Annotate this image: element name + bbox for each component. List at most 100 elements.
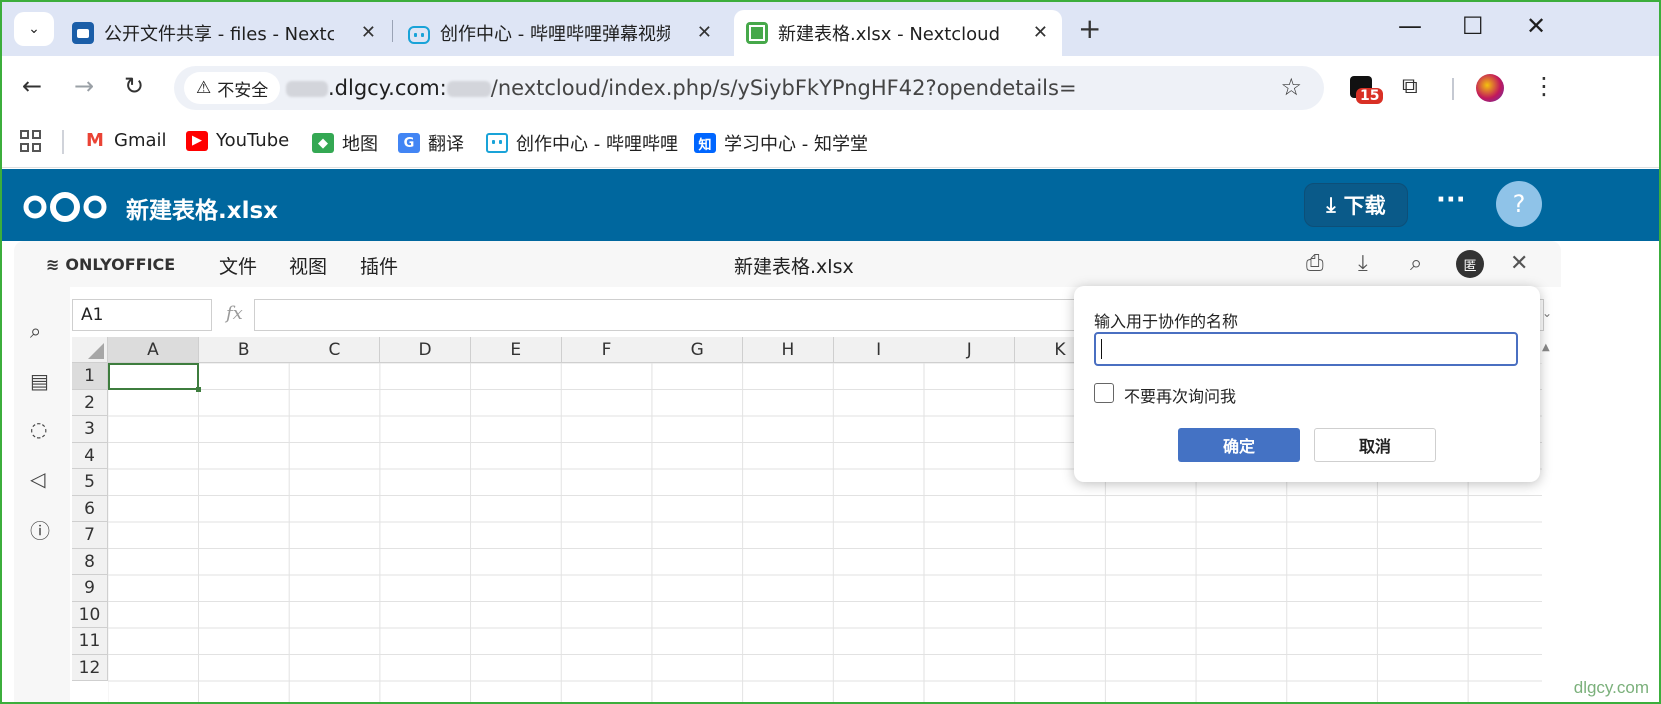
bookmark-label: Gmail — [114, 130, 167, 151]
row-header[interactable]: 7 — [72, 522, 108, 549]
bookmark-label: 翻译 — [428, 134, 464, 155]
confirm-button[interactable]: 确定 — [1178, 428, 1300, 462]
extension-badge: 15 — [1356, 88, 1384, 104]
forward-button[interactable]: → — [74, 72, 94, 100]
name-box[interactable]: A1 — [72, 299, 212, 331]
feedback-megaphone-icon[interactable]: ◁ — [30, 467, 45, 491]
bookmark-youtube[interactable]: ▶ YouTube — [186, 130, 289, 151]
search-icon[interactable]: ⌕ — [1410, 251, 1422, 276]
close-tab-icon[interactable]: ✕ — [361, 22, 376, 43]
row-header[interactable]: 4 — [72, 442, 108, 469]
tab-spreadsheet[interactable]: 新建表格.xlsx - Nextcloud ✕ — [734, 10, 1062, 56]
collaboration-name-dialog: 输入用于协作的名称 不要再次询问我 确定 取消 — [1074, 286, 1540, 482]
minimize-button[interactable]: — — [1398, 12, 1422, 40]
download-button[interactable]: ⤓ 下载 — [1304, 183, 1408, 227]
cancel-button[interactable]: 取消 — [1314, 428, 1436, 462]
menu-plugins[interactable]: 插件 — [360, 252, 398, 279]
bookmark-label: 创作中心 - 哔哩哔哩 — [516, 134, 678, 155]
back-button[interactable]: ← — [22, 72, 42, 100]
column-header[interactable]: J — [924, 337, 1016, 363]
close-tab-icon[interactable]: ✕ — [1033, 22, 1048, 43]
bookmark-star-icon[interactable]: ☆ — [1280, 73, 1302, 101]
column-header[interactable]: D — [380, 337, 472, 363]
row-header[interactable]: 8 — [72, 548, 108, 575]
row-header[interactable]: 10 — [72, 601, 108, 628]
security-label: 不安全 — [217, 80, 269, 101]
document-name: 新建表格.xlsx — [734, 256, 854, 278]
tab-label: 公开文件共享 - files - Nextcloud — [104, 24, 334, 45]
tab-search-button[interactable]: ⌄ — [14, 12, 54, 46]
row-header[interactable]: 1 — [72, 363, 108, 390]
redacted-port — [446, 81, 491, 97]
more-actions-icon[interactable]: ··· — [1436, 185, 1466, 215]
print-icon[interactable]: ⎙ — [1306, 251, 1324, 276]
close-tab-icon[interactable]: ✕ — [697, 22, 712, 43]
tab-nextcloud-files[interactable]: 公开文件共享 - files - Nextcloud ✕ — [60, 10, 390, 56]
text-caret — [1101, 339, 1102, 359]
address-bar[interactable]: ⚠ 不安全 .dlgcy.com: /nextcloud/index.php/s/… — [174, 66, 1324, 110]
row-header[interactable]: 2 — [72, 389, 108, 416]
bookmark-maps[interactable]: ◆ 地图 — [312, 130, 378, 156]
extensions-puzzle-icon[interactable]: ⧉ — [1402, 74, 1418, 99]
scroll-up-arrow[interactable]: ▲ — [1542, 342, 1558, 358]
menu-view[interactable]: 视图 — [289, 252, 327, 279]
help-button[interactable]: ? — [1496, 181, 1542, 227]
gmail-icon: M — [86, 130, 104, 151]
file-title: 新建表格.xlsx — [126, 198, 278, 224]
bookmark-zhihu[interactable]: 知 学习中心 - 知学堂 — [694, 130, 868, 156]
row-header[interactable]: 3 — [72, 416, 108, 443]
maximize-button[interactable]: ☐ — [1462, 12, 1484, 40]
info-icon[interactable]: ⓘ — [30, 515, 50, 544]
bookmark-translate[interactable]: G 翻译 — [398, 130, 464, 156]
row-header[interactable]: 9 — [72, 575, 108, 602]
row-header[interactable]: 5 — [72, 469, 108, 496]
security-chip[interactable]: ⚠ 不安全 — [184, 72, 281, 104]
column-header[interactable]: I — [833, 337, 925, 363]
redacted-subdomain — [286, 81, 328, 97]
close-window-button[interactable]: ✕ — [1526, 12, 1546, 40]
download-icon[interactable]: ⤓ — [1358, 251, 1368, 276]
extension-button[interactable]: 15 — [1350, 76, 1384, 106]
tab-bilibili[interactable]: 创作中心 - 哔哩哔哩弹幕视频网 ✕ — [396, 10, 726, 56]
user-avatar[interactable]: 匿 — [1456, 250, 1484, 278]
dont-ask-checkbox[interactable] — [1094, 383, 1114, 403]
name-input[interactable] — [1094, 332, 1518, 366]
profile-avatar[interactable] — [1476, 74, 1504, 102]
row-header[interactable]: 11 — [72, 628, 108, 655]
active-cell[interactable] — [108, 363, 201, 392]
column-header[interactable]: B — [198, 337, 290, 363]
nextcloud-header: 新建表格.xlsx ⤓ 下载 ··· ? — [2, 169, 1659, 241]
editor-topbar: ≋ ONLYOFFICE 文件 视图 插件 新建表格.xlsx ⎙ ⤓ ⌕ 匿 … — [14, 241, 1561, 287]
bookmark-gmail[interactable]: M Gmail — [84, 130, 167, 151]
menu-file[interactable]: 文件 — [219, 252, 257, 279]
comments-icon[interactable]: ▤ — [30, 369, 49, 393]
layers-icon: ≋ — [46, 255, 60, 274]
row-header[interactable]: 6 — [72, 495, 108, 522]
browser-menu-icon[interactable]: ⋮ — [1532, 72, 1556, 100]
select-all-corner[interactable] — [72, 337, 108, 363]
bookmarks-divider — [62, 130, 64, 154]
search-icon[interactable]: ⌕ — [30, 319, 41, 343]
column-header[interactable]: H — [742, 337, 834, 363]
bookmark-bilibili[interactable]: 创作中心 - 哔哩哔哩 — [486, 130, 678, 156]
tab-divider — [392, 20, 393, 42]
column-header[interactable]: C — [289, 337, 381, 363]
column-header[interactable]: A — [108, 337, 199, 363]
chat-icon[interactable]: ◌ — [30, 417, 47, 441]
close-editor-icon[interactable]: ✕ — [1510, 251, 1528, 276]
column-header[interactable]: E — [470, 337, 562, 363]
bookmarks-bar: M Gmail ▶ YouTube ◆ 地图 G 翻译 创作中心 - 哔哩哔哩 … — [2, 118, 1659, 168]
new-tab-button[interactable]: + — [1078, 12, 1101, 45]
function-icon[interactable]: fx — [226, 303, 243, 324]
column-header[interactable]: F — [561, 337, 653, 363]
row-header[interactable]: 12 — [72, 654, 108, 681]
maps-icon: ◆ — [312, 133, 334, 153]
expand-formula-icon[interactable]: ⌄ — [1542, 306, 1552, 320]
left-sidebar: ⌕ ▤ ◌ ◁ ⓘ — [14, 287, 70, 702]
apps-grid-icon[interactable] — [20, 130, 42, 152]
url-text: .dlgcy.com: /nextcloud/index.php/s/ySiybF… — [286, 76, 1077, 100]
reload-button[interactable]: ↻ — [124, 72, 144, 100]
browser-toolbar: ← → ↻ ⚠ 不安全 .dlgcy.com: /nextcloud/index.… — [2, 56, 1659, 118]
column-header[interactable]: G — [652, 337, 744, 363]
dont-ask-label[interactable]: 不要再次询问我 — [1124, 383, 1236, 407]
